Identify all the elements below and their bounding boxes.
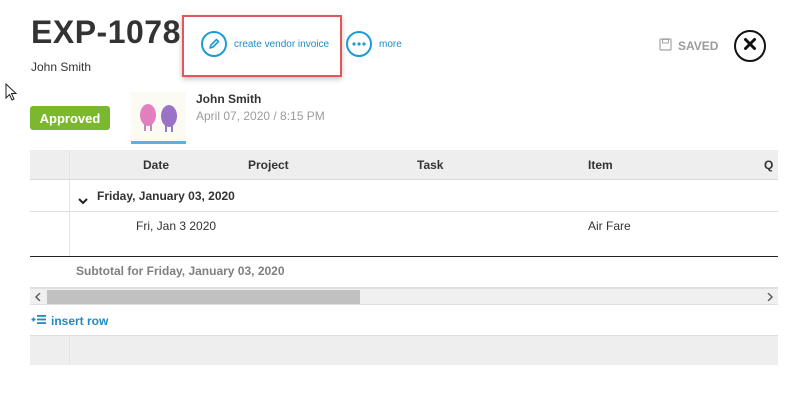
column-header-quantity[interactable]: Q bbox=[764, 158, 773, 172]
more-button[interactable]: more bbox=[346, 31, 402, 57]
saved-status: SAVED bbox=[659, 38, 718, 54]
saved-label: SAVED bbox=[678, 39, 719, 53]
cell-item[interactable]: Air Fare bbox=[588, 219, 631, 233]
scroll-left-arrow-icon[interactable] bbox=[32, 289, 44, 304]
close-icon bbox=[743, 37, 757, 56]
row-gutter bbox=[30, 212, 70, 256]
row-gutter bbox=[30, 150, 70, 179]
more-label: more bbox=[379, 38, 402, 50]
group-row[interactable]: Friday, January 03, 2020 bbox=[30, 180, 778, 212]
status-badge: Approved bbox=[30, 106, 110, 130]
horizontal-scrollbar[interactable] bbox=[30, 288, 778, 305]
more-dots-icon bbox=[346, 31, 372, 57]
owner-name: John Smith bbox=[31, 60, 92, 74]
subtotal-label: Subtotal for Friday, January 03, 2020 bbox=[76, 264, 285, 278]
column-header-task[interactable]: Task bbox=[417, 158, 443, 172]
cell-date[interactable]: Fri, Jan 3 2020 bbox=[136, 219, 216, 233]
column-header-item[interactable]: Item bbox=[588, 158, 613, 172]
column-header-project[interactable]: Project bbox=[248, 158, 289, 172]
submission-timestamp: April 07, 2020 / 8:15 PM bbox=[196, 109, 325, 123]
insert-row-button[interactable]: insert row bbox=[31, 314, 108, 328]
scroll-right-arrow-icon[interactable] bbox=[764, 289, 776, 304]
insert-row-icon bbox=[31, 314, 46, 328]
avatar bbox=[131, 92, 186, 142]
page-title: EXP-1078 bbox=[31, 14, 181, 50]
chevron-down-icon[interactable] bbox=[78, 192, 88, 210]
insert-row-label: insert row bbox=[51, 314, 109, 328]
submitter-name: John Smith bbox=[196, 92, 262, 106]
save-disk-icon bbox=[659, 38, 672, 54]
subtotal-row: Subtotal for Friday, January 03, 2020 bbox=[30, 257, 778, 288]
avatar-underline bbox=[131, 141, 186, 144]
scrollbar-thumb[interactable] bbox=[47, 290, 360, 304]
row-gutter bbox=[30, 336, 70, 365]
mouse-cursor-icon bbox=[5, 82, 19, 108]
row-gutter bbox=[30, 180, 70, 211]
close-button[interactable] bbox=[734, 30, 766, 62]
table-row[interactable]: Fri, Jan 3 2020 Air Fare bbox=[30, 212, 778, 257]
table-footer bbox=[30, 335, 778, 365]
pencil-icon bbox=[201, 31, 227, 57]
table-header: Date Project Task Item Q bbox=[30, 150, 778, 180]
create-vendor-invoice-label: create vendor invoice bbox=[234, 38, 330, 50]
column-header-date[interactable]: Date bbox=[143, 158, 169, 172]
create-vendor-invoice-button[interactable]: create vendor invoice bbox=[201, 31, 329, 57]
group-label: Friday, January 03, 2020 bbox=[97, 189, 235, 203]
